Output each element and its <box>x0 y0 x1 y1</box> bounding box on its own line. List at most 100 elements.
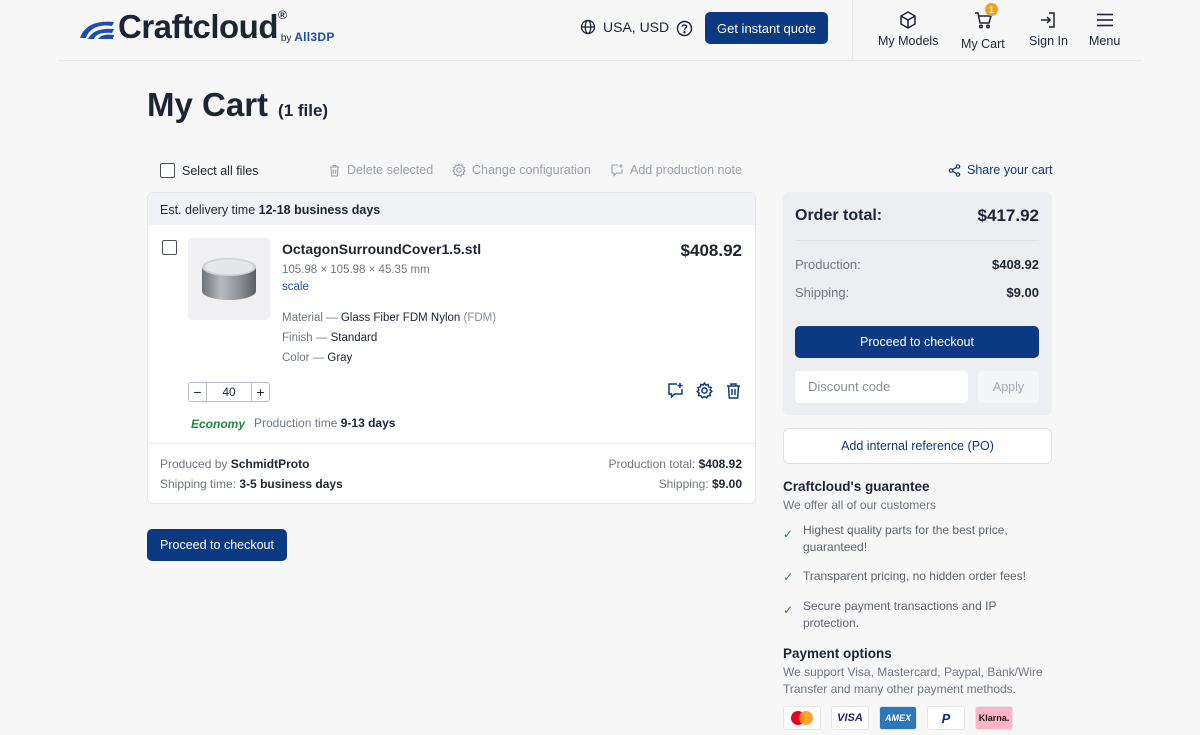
header-divider <box>852 0 853 60</box>
add-note-icon[interactable] <box>667 382 684 399</box>
brand-partner: All3DP <box>294 30 335 44</box>
region-label: USA, USD <box>603 19 670 35</box>
production-total-value: $408.92 <box>698 457 742 471</box>
item-dimensions: 105.98 × 105.98 × 45.35 mm <box>282 264 430 276</box>
order-summary: Order total: $417.92 Production: $408.92 … <box>783 192 1052 415</box>
guarantee-item: ✓ Highest quality parts for the best pri… <box>783 523 1008 554</box>
trash-icon <box>330 164 339 177</box>
delivery-estimate: Est. delivery time 12-18 business days <box>148 193 755 225</box>
change-configuration-label: Change configuration <box>472 163 591 177</box>
check-icon: ✓ <box>783 570 794 584</box>
file-count: (1 file) <box>278 101 329 120</box>
shipping-time: Shipping time: 3-5 business days <box>160 477 343 491</box>
item-color: Color — Gray <box>282 352 353 364</box>
summary-production-value: $408.92 <box>992 257 1039 272</box>
mastercard-logo <box>783 706 821 730</box>
finish-value: Standard <box>330 332 378 344</box>
quantity-decrease-button[interactable]: − <box>189 383 207 401</box>
nav-my-cart-label: My Cart <box>961 37 1005 51</box>
configure-gear-icon[interactable] <box>696 382 713 399</box>
item-material: Material — Glass Fiber FDM Nylon (FDM) <box>282 312 497 324</box>
get-instant-quote-button[interactable]: Get instant quote <box>705 12 828 44</box>
add-production-note-label: Add production note <box>630 163 742 177</box>
nav-menu-label: Menu <box>1089 34 1121 48</box>
item-checkbox[interactable] <box>162 240 177 255</box>
header: Craftcloud ® by All3DP USA, USD Get inst… <box>0 0 1200 62</box>
nav-menu[interactable]: Menu <box>1089 10 1120 48</box>
nav-my-cart[interactable]: 1 My Cart <box>961 3 1005 51</box>
summary-shipping-value: $9.00 <box>1006 285 1039 300</box>
region-selector[interactable]: USA, USD <box>580 19 669 35</box>
cart-toolbar: Select all files Delete selected Change … <box>160 163 1052 179</box>
hamburger-menu-icon <box>1096 13 1113 27</box>
brand-by: by All3DP <box>280 30 335 44</box>
card-divider <box>148 443 755 444</box>
proceed-to-checkout-button[interactable]: Proceed to checkout <box>147 529 287 561</box>
share-cart-button[interactable]: Share your cart <box>948 163 1052 177</box>
select-all-checkbox[interactable] <box>160 163 175 178</box>
material-tech: (FDM) <box>463 312 497 324</box>
item-file-name[interactable]: OctagonSurroundCover1.5.stl <box>282 241 481 257</box>
page-title: My Cart (1 file) <box>147 86 328 124</box>
cart-count-badge: 1 <box>984 3 998 16</box>
cloud-logo-icon <box>80 21 114 39</box>
item-shipping: Shipping: $9.00 <box>658 477 742 491</box>
producer-name: SchmidtProto <box>230 457 310 471</box>
check-icon: ✓ <box>783 527 794 541</box>
change-configuration-button[interactable]: Change configuration <box>452 163 591 177</box>
summary-divider <box>795 240 1039 241</box>
guarantee-item: ✓ Transparent pricing, no hidden order f… <box>783 569 1027 584</box>
guarantee-subtitle: We offer all of our customers <box>783 498 936 512</box>
order-total-label: Order total: <box>795 207 883 224</box>
nav-sign-in[interactable]: Sign In <box>1029 10 1068 48</box>
gear-icon <box>452 163 466 177</box>
visa-logo: VISA <box>831 706 869 730</box>
model-thumbnail[interactable] <box>188 238 270 320</box>
nav-my-models-label: My Models <box>878 34 939 48</box>
add-production-note-button[interactable]: Add production note <box>610 163 742 177</box>
summary-shipping-row: Shipping: $9.00 <box>795 285 1039 300</box>
economy-badge: Economy <box>191 417 246 431</box>
payment-methods: VISA AMEX P Klarna. <box>783 706 1013 730</box>
add-internal-reference-button[interactable]: Add internal reference (PO) <box>783 428 1052 464</box>
nav-sign-in-label: Sign In <box>1029 34 1068 48</box>
help-icon[interactable] <box>676 20 693 37</box>
brand-reg-mark: ® <box>278 8 287 22</box>
select-all-label: Select all files <box>182 163 259 178</box>
production-time-value: 9-13 days <box>340 416 396 430</box>
craftcloud-logo[interactable]: Craftcloud ® by All3DP <box>78 8 335 45</box>
delete-item-icon[interactable] <box>725 382 742 399</box>
cart-item-card: Est. delivery time 12-18 business days O… <box>147 192 756 504</box>
nav-my-models[interactable]: My Models <box>878 10 938 48</box>
color-value: Gray <box>327 352 353 364</box>
delete-selected-button[interactable]: Delete selected <box>328 163 433 177</box>
payment-options-title: Payment options <box>783 646 892 661</box>
payment-options-text: We support Visa, Mastercard, Paypal, Ban… <box>783 665 1043 696</box>
share-cart-label: Share your cart <box>967 163 1053 177</box>
guarantee-title: Craftcloud's guarantee <box>783 479 930 494</box>
select-all-files[interactable]: Select all files <box>160 163 258 178</box>
quantity-value[interactable]: 40 <box>207 385 251 399</box>
model-preview-image <box>202 258 256 300</box>
item-finish: Finish — Standard <box>282 332 378 344</box>
amex-logo: AMEX <box>879 706 917 730</box>
klarna-logo: Klarna. <box>975 706 1013 730</box>
material-value: Glass Fiber FDM Nylon <box>340 312 461 324</box>
brand-name: Craftcloud <box>118 8 279 45</box>
item-scale-link[interactable]: scale <box>282 281 309 293</box>
header-border <box>58 60 1142 61</box>
production-total: Production total: $408.92 <box>608 457 742 471</box>
apply-discount-button[interactable]: Apply <box>978 371 1039 403</box>
cube-icon <box>900 11 916 29</box>
page-title-text: My Cart <box>147 86 269 123</box>
summary-checkout-button[interactable]: Proceed to checkout <box>795 326 1039 358</box>
quantity-increase-button[interactable]: + <box>251 383 269 401</box>
share-icon <box>948 163 961 177</box>
sign-in-icon <box>1041 12 1056 28</box>
shipping-time-value: 3-5 business days <box>239 477 343 491</box>
discount-code-input[interactable]: Discount code <box>795 371 968 403</box>
summary-production-row: Production: $408.92 <box>795 257 1039 272</box>
guarantee-item: ✓ Secure payment transactions and IP pro… <box>783 599 997 630</box>
globe-icon <box>580 19 596 35</box>
item-shipping-value: $9.00 <box>711 477 742 491</box>
